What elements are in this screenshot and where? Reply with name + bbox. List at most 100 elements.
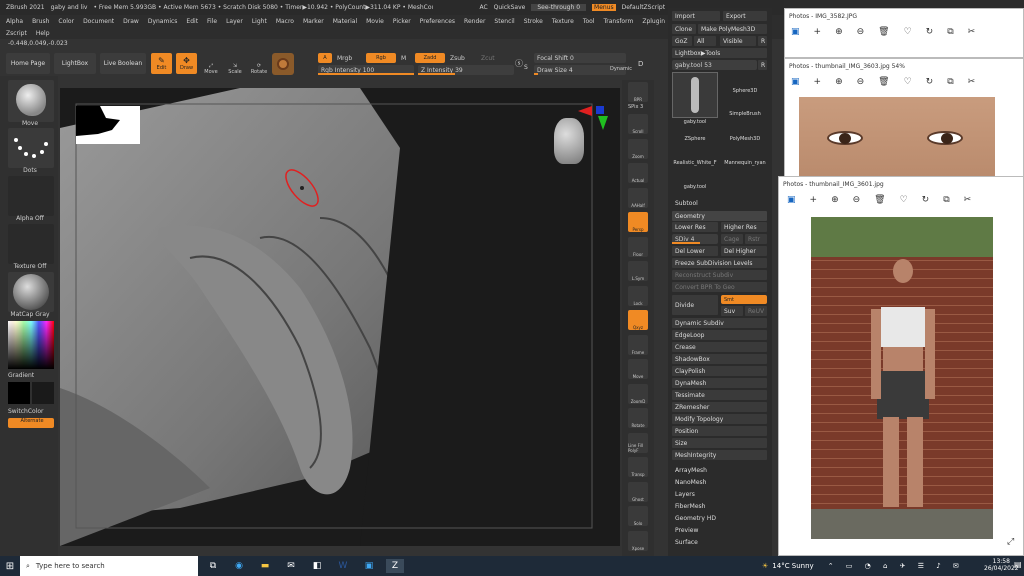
shelf-move[interactable]: Move	[628, 359, 648, 379]
clone-button[interactable]: Clone	[672, 24, 696, 34]
geometry-claypolish[interactable]: ClayPolish	[672, 366, 767, 376]
brush-thumbnail[interactable]	[8, 80, 54, 122]
tool-thumb-3[interactable]: ZSphere	[672, 136, 718, 142]
make-polymesh-button[interactable]: Make PolyMesh3D	[698, 24, 767, 34]
geometry-modify-topology[interactable]: Modify Topology	[672, 414, 767, 424]
add-icon[interactable]: +	[810, 195, 818, 205]
switchcolor-button[interactable]: SwitchColor	[8, 408, 68, 415]
tool-arraymesh[interactable]: ArrayMesh	[675, 467, 707, 474]
quicksave-button[interactable]: QuickSave	[494, 4, 526, 11]
convert-bpr-button[interactable]: Convert BPR To Geo	[672, 282, 767, 292]
menu-stroke[interactable]: Stroke	[524, 18, 543, 25]
tool-slider[interactable]: gaby.tool 53	[672, 60, 757, 70]
favorite-icon[interactable]: ♡	[900, 195, 908, 205]
geometry-edgeloop[interactable]: EdgeLoop	[672, 330, 767, 340]
tool-nanomesh[interactable]: NanoMesh	[675, 479, 706, 486]
menu-dynamics[interactable]: Dynamics	[148, 18, 178, 25]
photos-window-2[interactable]: Photos - thumbnail_IMG_3603.jpg 54% ▣ + ⊕…	[784, 58, 1024, 180]
shelf-qxyz[interactable]: Qxyz	[628, 310, 648, 330]
divide-button[interactable]: Divide	[672, 295, 718, 315]
shelf-persp[interactable]: Persp	[628, 212, 648, 232]
edit-icon[interactable]: ✂	[968, 27, 976, 37]
bpr-button[interactable]: BPR	[628, 82, 648, 102]
add-icon[interactable]: +	[814, 77, 822, 87]
alternate-button[interactable]: Alternate	[8, 418, 54, 428]
zoom-in-icon[interactable]: ⊕	[831, 195, 839, 205]
r-button[interactable]: R	[758, 36, 767, 46]
texture-thumbnail[interactable]	[8, 224, 54, 264]
tool-surface[interactable]: Surface	[675, 539, 698, 546]
edit-button[interactable]: ✎ Edit	[151, 53, 172, 74]
shelf-floor[interactable]: Floor	[628, 236, 648, 257]
tool-layers[interactable]: Layers	[675, 491, 695, 498]
notifications-icon[interactable]: ▤	[1014, 560, 1022, 569]
rotate-mode-button[interactable]: ⟳ Rotate	[248, 53, 270, 75]
menu-color[interactable]: Color	[58, 18, 74, 25]
rotate-icon[interactable]: ↻	[926, 77, 934, 87]
zcut-button[interactable]: Zcut	[481, 55, 495, 62]
menu-transform[interactable]: Transform	[603, 18, 633, 25]
a-button[interactable]: A	[318, 53, 332, 63]
delete-icon[interactable]: 🗑	[878, 77, 889, 87]
import-button[interactable]: Import	[672, 11, 720, 21]
subtool-header[interactable]: Subtool	[675, 200, 698, 207]
all-button[interactable]: All	[694, 36, 716, 46]
del-lower-button[interactable]: Del Lower	[672, 246, 718, 256]
alpha-thumbnail[interactable]	[8, 176, 54, 216]
tool-thumb-7[interactable]: gaby.tool	[672, 184, 718, 190]
delete-icon[interactable]: 🗑	[878, 27, 889, 37]
shelf-scroll[interactable]: Scroll	[628, 114, 648, 134]
geometry-tessimate[interactable]: Tessimate	[672, 390, 767, 400]
menu-marker[interactable]: Marker	[303, 18, 324, 25]
edit-icon[interactable]: ✂	[968, 77, 976, 87]
freeze-subdiv-button[interactable]: Freeze SubDivision Levels	[672, 258, 767, 268]
focal-shift-slider[interactable]: Focal Shift 0	[534, 53, 626, 63]
reuv-button[interactable]: ReUV	[745, 306, 767, 316]
menu-material[interactable]: Material	[333, 18, 357, 25]
geometry-dynamesh[interactable]: DynaMesh	[672, 378, 767, 388]
z-intensity-slider[interactable]: Z Intensity 39	[418, 65, 514, 75]
default-zscript[interactable]: DefaultZScript	[622, 4, 665, 11]
photos-window-3[interactable]: Photos - thumbnail_IMG_3601.jpg ▣ + ⊕ ⊖ 🗑 ♡ ↻…	[778, 176, 1024, 556]
menu-document[interactable]: Document	[83, 18, 114, 25]
geometry-meshintegrity[interactable]: MeshIntegrity	[672, 450, 767, 460]
color-picker[interactable]	[8, 321, 54, 369]
rotate-icon[interactable]: ↻	[926, 27, 934, 37]
zbrush-taskbar-icon[interactable]: Z	[386, 559, 404, 573]
shelf-solo[interactable]: Solo	[628, 506, 648, 526]
menu-alpha[interactable]: Alpha	[6, 18, 23, 25]
tool-thumb-5[interactable]: Realistic_White_F	[672, 160, 718, 166]
higher-res-button[interactable]: Higher Res	[721, 222, 767, 232]
zoom-out-icon[interactable]: ⊖	[857, 27, 865, 37]
favorite-icon[interactable]: ♡	[904, 77, 912, 87]
shelf-l-sym[interactable]: L.Sym	[628, 261, 648, 281]
lightbox-button[interactable]: LightBox	[54, 53, 96, 74]
zadd-button[interactable]: Zadd	[415, 53, 445, 63]
shelf-zoom[interactable]: Zoom	[628, 138, 648, 159]
edge-icon[interactable]: ◉	[230, 559, 248, 573]
rgb-button[interactable]: Rgb	[366, 53, 396, 63]
current-tool-thumb[interactable]	[672, 72, 718, 118]
menu-render[interactable]: Render	[464, 18, 485, 25]
menu-tool[interactable]: Tool	[583, 18, 595, 25]
stroke-thumbnail[interactable]	[8, 128, 54, 168]
favorite-icon[interactable]: ♡	[904, 27, 912, 37]
mrgb-button[interactable]: Mrgb	[337, 55, 352, 62]
del-higher-button[interactable]: Del Higher	[721, 246, 767, 256]
r2-button[interactable]: R	[758, 60, 767, 70]
add-icon[interactable]: +	[814, 27, 822, 37]
start-icon[interactable]: ⊞	[0, 556, 20, 576]
secondary-color-swatch[interactable]	[32, 382, 54, 404]
shelf-transp[interactable]: Transp	[628, 457, 648, 477]
tool-thumb-4[interactable]: PolyMesh3D	[722, 136, 768, 142]
material-swatch[interactable]	[272, 53, 294, 75]
shelf-lock[interactable]: Lock	[628, 285, 648, 306]
menu-zscript[interactable]: Zscript	[6, 30, 27, 37]
tool-preview[interactable]: Preview	[675, 527, 698, 534]
menu-stencil[interactable]: Stencil	[494, 18, 514, 25]
menus-button[interactable]: Menus	[592, 4, 616, 11]
move-mode-button[interactable]: ⤢ Move	[200, 53, 222, 75]
sculptris-icon[interactable]: ⓢ	[515, 58, 523, 69]
main-color-swatch[interactable]	[8, 382, 30, 404]
geometry-shadowbox[interactable]: ShadowBox	[672, 354, 767, 364]
